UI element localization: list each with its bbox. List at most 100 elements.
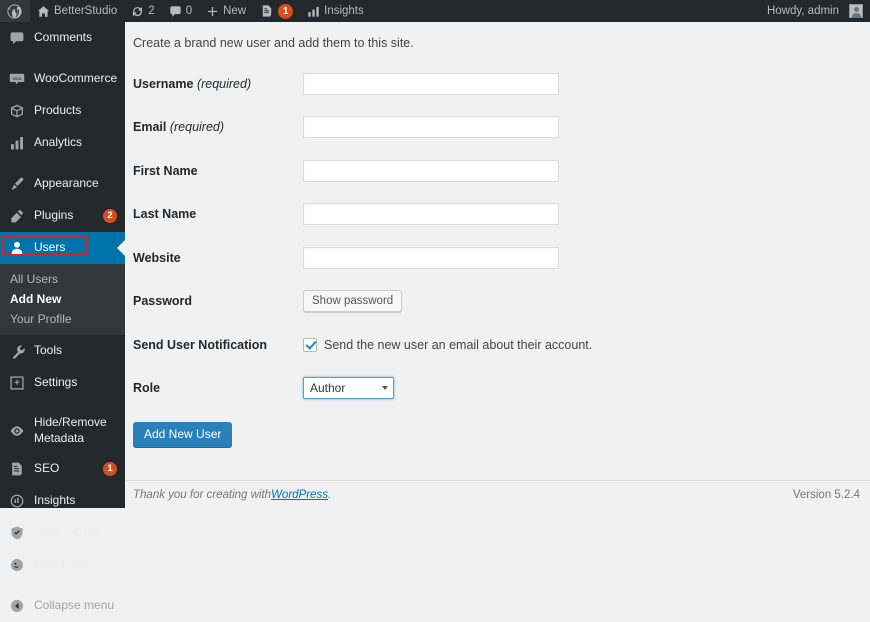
sidebar-item-label: Appearance — [34, 176, 99, 191]
first-name-label: First Name — [125, 149, 303, 193]
wordpress-link[interactable]: WordPress — [271, 489, 328, 501]
admin-sidebar-menu: Comments woo WooCommerce Products Analyt… — [0, 22, 125, 612]
new-content-button[interactable]: New — [199, 0, 253, 22]
website-label: Website — [125, 236, 303, 280]
form-row-last-name: Last Name — [125, 193, 865, 237]
sidebar-item-seo[interactable]: SEO 1 — [0, 453, 125, 485]
sidebar-item-label: Analytics — [34, 135, 83, 150]
wordpress-admin-screen: BetterStudio 2 0 New 1 Insights Howdy, a… — [0, 0, 870, 612]
admin-bar: BetterStudio 2 0 New 1 Insights Howdy, a… — [0, 0, 870, 22]
send-user-notification-label-text: Send User Notification — [133, 337, 268, 352]
howdy-label: Howdy, admin — [766, 5, 839, 17]
last-name-input[interactable] — [303, 203, 559, 226]
sidebar-item-comments[interactable]: Comments — [0, 22, 125, 54]
page-intro-text: Create a brand new user and add them to … — [133, 36, 414, 50]
comments-button[interactable]: 0 — [162, 0, 199, 22]
sidebar-item-appearance[interactable]: Appearance — [0, 168, 125, 200]
sidebar-item-users[interactable]: Users — [0, 232, 125, 264]
wordpress-version-label: Version 5.2.4 — [792, 488, 860, 501]
send-notification-checkbox-row[interactable]: Send the new user an email about their a… — [303, 337, 865, 352]
email-label-text: Email — [133, 120, 167, 135]
site-name-button[interactable]: BetterStudio — [30, 0, 124, 22]
main-content: Create a brand new user and add them to … — [125, 22, 870, 508]
sidebar-item-woocommerce[interactable]: woo WooCommerce — [0, 63, 125, 95]
menu-separator — [0, 54, 125, 63]
sidebar-item-label: Mailchimp — [34, 557, 89, 572]
insights-label: Insights — [324, 5, 364, 17]
sidebar-item-hide-remove-metadata[interactable]: Hide/Remove Metadata — [0, 408, 125, 453]
send-notification-checkbox-label: Send the new user an email about their a… — [324, 337, 593, 352]
form-row-first-name: First Name — [125, 149, 865, 193]
insights-icon — [8, 492, 26, 510]
updates-button[interactable]: 2 — [124, 0, 161, 22]
username-input[interactable] — [303, 72, 559, 95]
admin-bar-right: Howdy, admin — [760, 0, 870, 22]
sidebar-item-label: Ninja GDPR — [34, 525, 100, 540]
sidebar-item-tools[interactable]: Tools — [0, 335, 125, 367]
user-icon — [8, 239, 26, 257]
footer-thanks-suffix: . — [327, 488, 332, 501]
shield-check-icon — [8, 524, 26, 542]
sidebar-item-label: SEO — [34, 461, 60, 476]
new-content-label: New — [223, 5, 247, 17]
sidebar-item-analytics[interactable]: Analytics — [0, 127, 125, 159]
form-row-website: Website — [125, 236, 865, 280]
sidebar-item-label: Settings — [34, 375, 78, 390]
sidebar-item-label: Comments — [34, 30, 93, 45]
send-notification-checkbox[interactable] — [303, 337, 317, 352]
form-row-email: Email (required) — [125, 106, 865, 150]
sidebar-item-collapse-menu[interactable]: Collapse menu — [0, 590, 125, 622]
sidebar-item-mailchimp[interactable]: Mailchimp — [0, 549, 125, 581]
wordpress-logo-icon — [7, 3, 22, 19]
first-name-input[interactable] — [303, 159, 559, 182]
role-label-text: Role — [133, 381, 161, 396]
paintbrush-icon — [8, 175, 26, 193]
sidebar-subitem-your-profile[interactable]: Your Profile — [0, 309, 125, 329]
woocommerce-icon: woo — [8, 70, 26, 88]
sidebar-subitem-all-users[interactable]: All Users — [0, 269, 125, 289]
updates-icon — [131, 5, 144, 18]
form-row-password: Password Show password — [125, 280, 865, 324]
form-row-send-user-notification: Send User Notification Send the new user… — [125, 323, 865, 367]
show-password-button[interactable]: Show password — [303, 290, 403, 313]
bar-chart-icon — [8, 134, 26, 152]
website-input[interactable] — [303, 246, 559, 269]
plugin-plug-icon — [8, 207, 26, 225]
bar-chart-icon — [307, 5, 320, 18]
username-label: Username (required) — [125, 62, 303, 106]
sidebar-item-plugins[interactable]: Plugins 2 — [0, 200, 125, 232]
collapse-arrow-icon — [8, 597, 26, 615]
sidebar-item-settings[interactable]: Settings — [0, 367, 125, 399]
role-select[interactable]: Author — [303, 377, 394, 400]
products-box-icon — [8, 102, 26, 120]
seo-update-badge: 1 — [278, 3, 294, 19]
email-input[interactable] — [303, 116, 559, 139]
password-label-text: Password — [133, 294, 193, 309]
my-account-button[interactable]: Howdy, admin — [760, 0, 870, 22]
sidebar-item-label: Hide/Remove Metadata — [34, 415, 107, 445]
first-name-label-text: First Name — [133, 163, 198, 178]
insights-button[interactable]: Insights — [300, 0, 371, 22]
submenu-item-label: All Users — [10, 272, 59, 286]
sidebar-subitem-add-new[interactable]: Add New — [0, 289, 125, 309]
form-row-role: Role Author — [125, 367, 865, 411]
comment-bubble-icon — [8, 29, 26, 47]
add-new-user-button[interactable]: Add New User — [133, 422, 233, 447]
submenu-item-label: Add New — [10, 292, 62, 306]
wrench-icon — [8, 342, 26, 360]
seo-menu-button[interactable]: 1 — [253, 0, 300, 22]
last-name-label-text: Last Name — [133, 207, 197, 222]
role-select-wrapper: Author — [303, 377, 394, 400]
password-label: Password — [125, 280, 303, 324]
sidebar-item-ninja-gdpr[interactable]: Ninja GDPR — [0, 517, 125, 549]
settings-sliders-icon — [8, 374, 26, 392]
sidebar-item-products[interactable]: Products — [0, 95, 125, 127]
username-required-note: (required) — [196, 76, 252, 91]
sidebar-item-insights[interactable]: Insights — [0, 485, 125, 517]
wordpress-logo-button[interactable] — [0, 0, 30, 22]
form-row-username: Username (required) — [125, 62, 865, 106]
updates-count: 2 — [148, 5, 155, 17]
username-label-text: Username — [133, 76, 194, 91]
menu-separator — [0, 399, 125, 408]
add-new-user-form: Username (required) Email (required) Fir… — [125, 62, 865, 410]
